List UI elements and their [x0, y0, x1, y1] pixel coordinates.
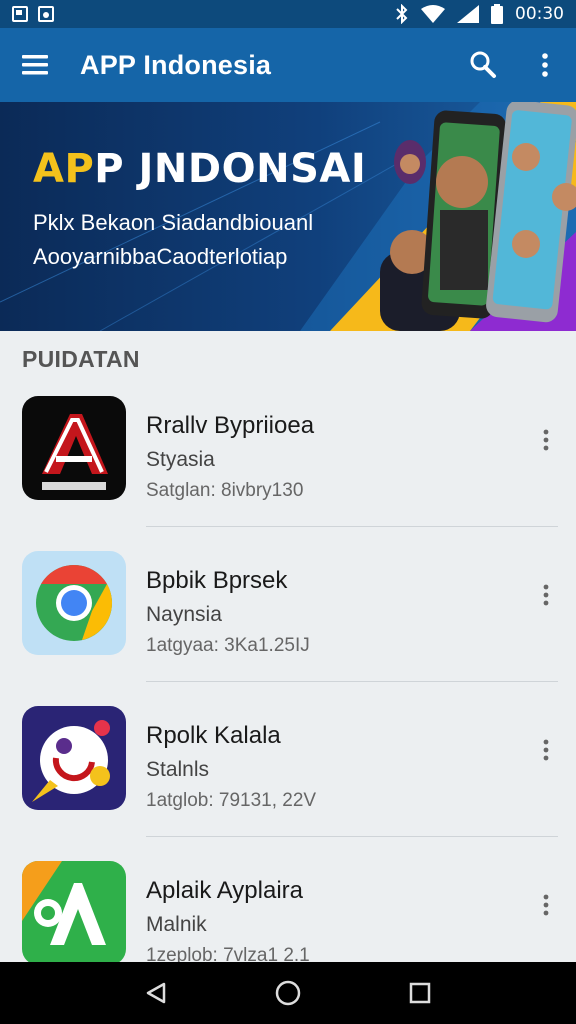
more-vert-icon: [542, 53, 548, 77]
banner-title: APP JNDONSAI: [33, 146, 367, 192]
app-category: Naynsia: [146, 603, 222, 626]
home-icon: [275, 980, 301, 1006]
home-button[interactable]: [258, 962, 318, 1024]
paint-face-icon: [22, 706, 126, 810]
green-a-icon: [22, 861, 126, 965]
app-title: APP Indonesia: [80, 49, 272, 80]
more-vert-icon: [543, 739, 549, 761]
app-meta: Satglan: 8ivbry130: [146, 480, 304, 501]
overflow-menu-button[interactable]: [514, 28, 576, 102]
recents-button[interactable]: [390, 962, 450, 1024]
app-name: Bpbik Bprsek: [146, 567, 288, 594]
red-a-logo-icon: [22, 396, 126, 500]
wifi-icon: [421, 5, 445, 23]
item-overflow-button[interactable]: [534, 422, 558, 458]
item-overflow-button[interactable]: [534, 887, 558, 923]
more-vert-icon: [543, 894, 549, 916]
app-bar: APP Indonesia: [0, 28, 576, 102]
app-name: Rrallv Bypriioea: [146, 412, 315, 439]
app-meta: 1atglob: 79131, 22V: [146, 790, 317, 811]
back-button[interactable]: [126, 962, 186, 1024]
share-button[interactable]: [452, 28, 514, 102]
app-name: Aplaik Ayplaira: [146, 877, 303, 904]
app-name: Rpolk Kalala: [146, 722, 281, 749]
signal-icon: [457, 5, 479, 23]
banner-subtitle-line1: Pklx Bekaon Siadandbiouanl: [33, 210, 314, 235]
system-nav-bar: [0, 962, 576, 1024]
banner-subtitle-line2: AooyarnibbaCaodterlotiap: [33, 244, 288, 269]
status-time: 00:30: [515, 4, 564, 24]
list-item[interactable]: Bpbik Bprsek Naynsia 1atgyaa: 3Ka1.25IJ: [0, 527, 576, 682]
promo-banner[interactable]: APP JNDONSAI Pklx Bekaon Siadandbiouanl …: [0, 102, 576, 331]
list-item[interactable]: Aplaik Ayplaira Malnik 1zeplob: 7vlza1 2…: [0, 837, 576, 966]
item-overflow-button[interactable]: [534, 577, 558, 613]
item-overflow-button[interactable]: [534, 732, 558, 768]
more-vert-icon: [543, 584, 549, 606]
chrome-style-icon: [22, 551, 126, 655]
menu-icon: [22, 55, 48, 75]
section-header: PUIDATAN: [22, 346, 140, 372]
status-bar: 00:30: [0, 0, 576, 28]
back-icon: [146, 982, 166, 1004]
more-vert-icon: [543, 429, 549, 451]
app-category: Stalnls: [146, 758, 210, 781]
list-item[interactable]: Rrallv Bypriioea Styasia Satglan: 8ivbry…: [0, 372, 576, 527]
gallery-icon: [12, 6, 28, 22]
list-item[interactable]: Rpolk Kalala Stalnls 1atglob: 79131, 22V: [0, 682, 576, 837]
bluetooth-icon: [396, 4, 408, 24]
battery-icon: [491, 4, 503, 24]
app-category: Malnik: [146, 913, 207, 936]
app-meta: 1atgyaa: 3Ka1.25IJ: [146, 635, 310, 656]
photo-icon: [38, 6, 54, 22]
menu-button[interactable]: [0, 28, 70, 102]
app-category: Styasia: [146, 448, 215, 471]
recents-icon: [409, 982, 431, 1004]
share-icon: [470, 51, 496, 78]
